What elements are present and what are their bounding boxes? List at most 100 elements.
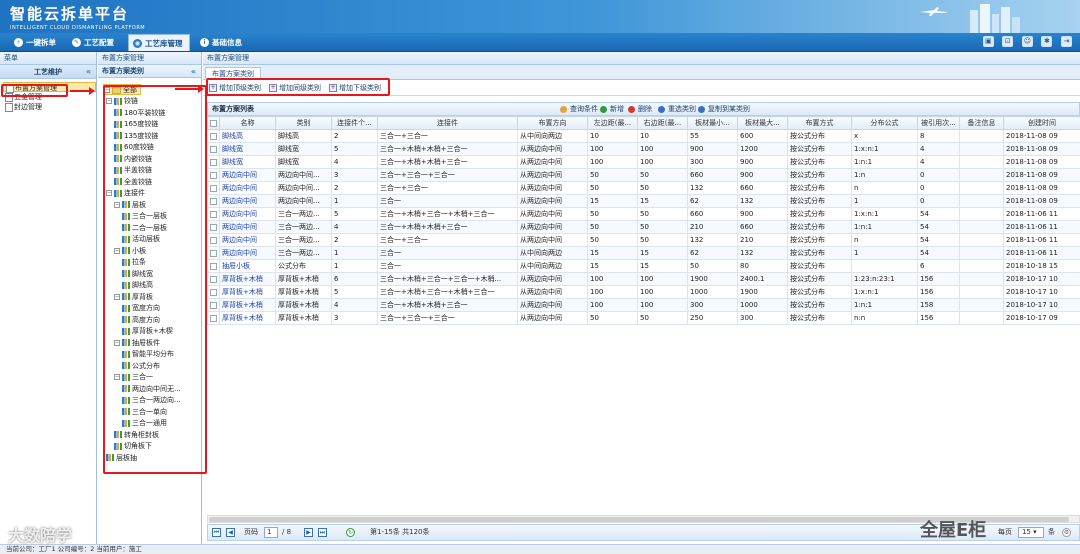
table-cell[interactable]: 厚背板+木梢: [219, 311, 276, 325]
column-header[interactable]: 布置方式: [787, 116, 852, 130]
per-page-select[interactable]: 15 ▾: [1018, 527, 1044, 538]
checkbox[interactable]: [210, 301, 217, 309]
table-row[interactable]: 脚线宽 脚线宽 4 三合一+木梢+木梢+三合一 从两边向中间 100 100 300 900 按公…: [207, 155, 1080, 169]
row-checkbox-cell[interactable]: [207, 298, 220, 312]
table-row[interactable]: 两边向中间 三合一两边... 4 三合一+木梢+木梢+三合一 从两边向中间 50 50 210…: [207, 220, 1080, 234]
settings-icon[interactable]: ⚙: [1062, 528, 1071, 537]
table-cell[interactable]: 两边向中间: [219, 233, 276, 247]
checkbox[interactable]: [210, 288, 217, 296]
table-row[interactable]: 厚背板+木梢 厚背板+木梢 3 三合一+三合一+三合一 从两边向中间 50 50 250 300…: [207, 311, 1080, 325]
table-cell[interactable]: 抽屉小板: [219, 259, 276, 273]
checkbox[interactable]: [210, 158, 217, 166]
table-cell[interactable]: 两边向中间: [219, 207, 276, 221]
column-header[interactable]: 左边距(最...: [587, 116, 638, 130]
row-checkbox-cell[interactable]: [207, 181, 220, 195]
checkbox[interactable]: [210, 262, 217, 270]
select-all-checkbox[interactable]: [207, 116, 220, 130]
checkbox[interactable]: [210, 197, 217, 205]
table-row[interactable]: 厚背板+木梢 厚背板+木梢 4 三合一+木梢+木梢+三合一 从两边向中间 100 100 30…: [207, 298, 1080, 312]
checkbox[interactable]: [210, 223, 217, 231]
nav-tab-process-config[interactable]: ✎ 工艺配置: [68, 34, 120, 51]
grid-button-copy[interactable]: 复制到某类别: [698, 103, 750, 115]
checkbox[interactable]: [210, 119, 217, 127]
collapse-icon[interactable]: «: [191, 65, 196, 78]
row-checkbox-cell[interactable]: [207, 246, 220, 260]
row-checkbox-cell[interactable]: [207, 194, 220, 208]
table-row[interactable]: 两边向中间 两边向中间... 2 三合一+三合一 从两边向中间 50 50 132 660 按公式…: [207, 181, 1080, 195]
menu-item-edge-banding[interactable]: 封边管理: [3, 102, 96, 112]
table-cell[interactable]: 脚线宽: [219, 142, 276, 156]
collapse-icon[interactable]: «: [86, 65, 91, 79]
exit-icon[interactable]: ⇥: [1061, 36, 1072, 47]
checkbox[interactable]: [210, 236, 217, 244]
column-header[interactable]: 被引用次...: [917, 116, 960, 130]
checkbox[interactable]: [210, 145, 217, 153]
table-row[interactable]: 两边向中间 三合一两边... 1 三合一 从中间向两边 15 15 62 132 按公式分布 1 54…: [207, 246, 1080, 260]
table-row[interactable]: 两边向中间 两边向中间... 3 三合一+三合一+三合一 从两边向中间 50 50 660 90…: [207, 168, 1080, 182]
column-header[interactable]: 连接件个...: [331, 116, 378, 130]
nav-tab-process-library[interactable]: ◉ 工艺库管理: [128, 34, 190, 51]
gear-icon[interactable]: ✱: [1041, 36, 1053, 47]
table-cell[interactable]: 脚线宽: [219, 155, 276, 169]
column-header[interactable]: 类别: [275, 116, 332, 130]
row-checkbox-cell[interactable]: [207, 129, 220, 143]
table-row[interactable]: 抽屉小板 公式分布 1 三合一 从中间向两边 15 15 50 80 按公式分布 6 2018-10-…: [207, 259, 1080, 273]
column-header[interactable]: 连接件: [377, 116, 518, 130]
checkbox[interactable]: [210, 132, 217, 140]
table-cell[interactable]: 厚背板+木梢: [219, 272, 276, 286]
row-checkbox-cell[interactable]: [207, 155, 220, 169]
grid-button-reselect[interactable]: 重选类别: [658, 103, 696, 115]
row-checkbox-cell[interactable]: [207, 142, 220, 156]
grid-button-search[interactable]: 查询条件: [560, 103, 598, 115]
row-checkbox-cell[interactable]: [207, 220, 220, 234]
table-cell[interactable]: 厚背板+木梢: [219, 285, 276, 299]
prev-page-icon[interactable]: ◀: [226, 528, 235, 537]
table-row[interactable]: 两边向中间 两边向中间... 1 三合一 从两边向中间 15 15 62 132 按公式分布 1 0 2…: [207, 194, 1080, 208]
table-row[interactable]: 脚线高 脚线高 2 三合一+三合一 从中间向两边 10 10 55 600 按公式分布 x 8 2018…: [207, 129, 1080, 143]
print-icon[interactable]: ▣: [982, 36, 994, 47]
column-header[interactable]: 创建时间: [1003, 116, 1080, 130]
user-icon[interactable]: ☺: [1021, 36, 1033, 47]
nav-tab-basic-info[interactable]: i 基础信息: [196, 34, 248, 51]
page-number-input[interactable]: 1: [264, 527, 278, 538]
column-header[interactable]: 分布公式: [851, 116, 918, 130]
column-header[interactable]: 备注信息: [959, 116, 1004, 130]
column-header[interactable]: 板材最小...: [687, 116, 738, 130]
checkbox[interactable]: [210, 249, 217, 257]
checkbox[interactable]: [210, 275, 217, 283]
table-cell[interactable]: 脚线高: [219, 129, 276, 143]
last-page-icon[interactable]: ⏭: [318, 528, 327, 537]
refresh-icon[interactable]: ↻: [346, 528, 355, 537]
checkbox[interactable]: [210, 210, 217, 218]
nav-tab-one-click[interactable]: ⚡ 一键拆单: [10, 34, 62, 51]
column-header[interactable]: 板材最大...: [737, 116, 788, 130]
checkbox[interactable]: [210, 314, 217, 322]
table-cell[interactable]: 厚背板+木梢: [219, 298, 276, 312]
row-checkbox-cell[interactable]: [207, 168, 220, 182]
menu-group-header[interactable]: 工艺维护 «: [0, 65, 96, 79]
checkbox[interactable]: [210, 184, 217, 192]
row-checkbox-cell[interactable]: [207, 233, 220, 247]
table-row[interactable]: 厚背板+木梢 厚背板+木梢 6 三合一+木梢+三合一+三合一+木梢... 从两边向中间 1…: [207, 272, 1080, 286]
grid-button-add[interactable]: 新增: [600, 103, 624, 115]
row-checkbox-cell[interactable]: [207, 285, 220, 299]
table-cell[interactable]: 两边向中间: [219, 194, 276, 208]
column-header[interactable]: 名称: [219, 116, 276, 130]
table-cell[interactable]: 两边向中间: [219, 181, 276, 195]
table-cell[interactable]: 两边向中间: [219, 246, 276, 260]
table-row[interactable]: 两边向中间 三合一两边... 5 三合一+木梢+三合一+木梢+三合一 从两边向中间 50 5…: [207, 207, 1080, 221]
row-checkbox-cell[interactable]: [207, 207, 220, 221]
table-cell[interactable]: 两边向中间: [219, 168, 276, 182]
next-page-icon[interactable]: ▶: [304, 528, 313, 537]
checkbox[interactable]: [210, 171, 217, 179]
grid-button-delete[interactable]: 删除: [628, 103, 652, 115]
table-row[interactable]: 两边向中间 三合一两边... 2 三合一+三合一 从两边向中间 50 50 132 210 按公式…: [207, 233, 1080, 247]
table-row[interactable]: 脚线宽 脚线宽 5 三合一+木梢+木梢+三合一 从两边向中间 100 100 900 1200 按…: [207, 142, 1080, 156]
table-cell[interactable]: 两边向中间: [219, 220, 276, 234]
row-checkbox-cell[interactable]: [207, 259, 220, 273]
row-checkbox-cell[interactable]: [207, 311, 220, 325]
first-page-icon[interactable]: ⏮: [212, 528, 221, 537]
table-row[interactable]: 厚背板+木梢 厚背板+木梢 5 三合一+木梢+三合一+木梢+三合一 从两边向中间 100 1…: [207, 285, 1080, 299]
row-checkbox-cell[interactable]: [207, 272, 220, 286]
lock-icon[interactable]: ⊡: [1002, 36, 1014, 47]
